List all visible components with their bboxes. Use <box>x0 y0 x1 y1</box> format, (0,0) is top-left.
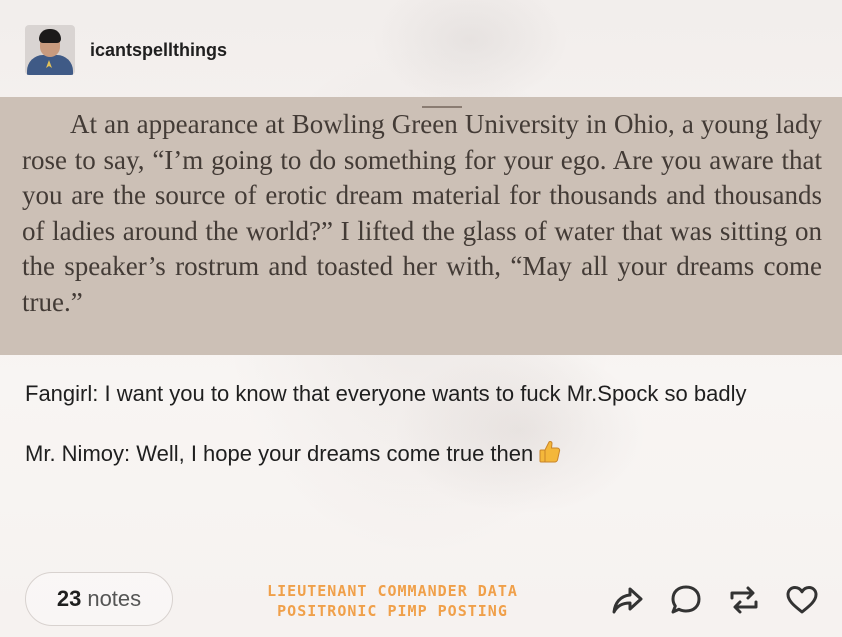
book-excerpt-text: At an appearance at Bowling Green Univer… <box>22 109 822 317</box>
watermark-line: LIEUTENANT COMMANDER DATA <box>267 582 518 600</box>
post-paragraph: Fangirl: I want you to know that everyon… <box>25 381 747 406</box>
share-button[interactable] <box>610 582 646 618</box>
like-button[interactable] <box>784 582 820 618</box>
username[interactable]: icantspellthings <box>90 40 227 61</box>
book-excerpt-image: At an appearance at Bowling Green Univer… <box>0 97 842 355</box>
notes-button[interactable]: 23 notes <box>25 572 173 626</box>
reply-button[interactable] <box>668 582 704 618</box>
watermark-line: POSITRONIC PIMP POSTING <box>277 602 508 620</box>
post-body: Fangirl: I want you to know that everyon… <box>25 375 815 498</box>
reblog-button[interactable] <box>726 582 762 618</box>
post-footer: 23 notes LIEUTENANT COMMANDER DATA POSIT… <box>25 572 820 628</box>
avatar[interactable] <box>25 25 75 75</box>
watermark: LIEUTENANT COMMANDER DATA POSITRONIC PIM… <box>245 581 540 621</box>
reply-icon <box>671 585 701 614</box>
reblog-icon <box>730 586 758 614</box>
notes-label: notes <box>87 586 142 611</box>
post-header: icantspellthings <box>25 25 227 75</box>
notes-count: 23 <box>56 586 82 611</box>
post-actions <box>610 582 820 618</box>
thumbs-up-icon <box>539 438 561 476</box>
share-icon <box>612 587 643 614</box>
like-icon <box>786 586 818 614</box>
post-paragraph: Mr. Nimoy: Well, I hope your dreams come… <box>25 435 815 476</box>
